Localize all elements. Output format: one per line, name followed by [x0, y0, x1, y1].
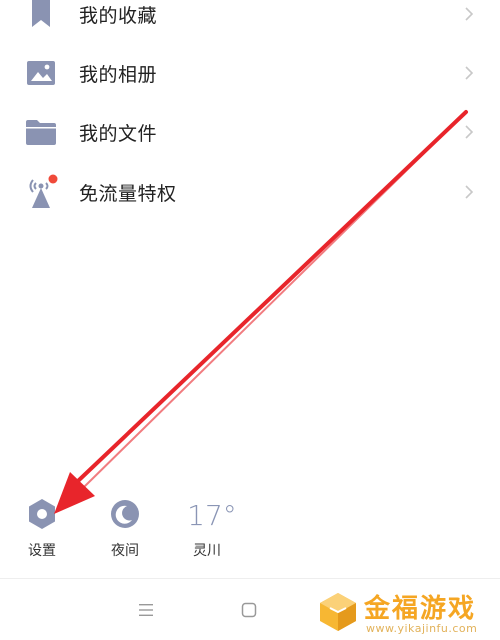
night-mode-button[interactable]: 夜间	[90, 494, 160, 560]
chevron-right-icon	[461, 63, 477, 83]
chevron-right-icon	[461, 4, 477, 24]
weather-temperature: 17°	[187, 499, 237, 532]
weather-city: 灵川	[193, 543, 221, 559]
night-mode-label: 夜间	[111, 543, 139, 559]
watermark-url: www.yikajinfu.com	[366, 622, 478, 635]
home-nav-button[interactable]	[234, 595, 264, 625]
menu-item-free-data[interactable]: 免流量特权	[0, 162, 500, 222]
weather-widget[interactable]: 17° 灵川	[177, 494, 247, 560]
watermark-text: 金福游戏	[364, 594, 477, 624]
signal-tower-icon	[24, 174, 58, 209]
menu-item-files[interactable]: 我的文件	[0, 102, 500, 162]
menu-item-label: 免流量特权	[79, 182, 177, 205]
menu-item-favorites[interactable]: 我的收藏	[0, 0, 500, 44]
notification-badge	[48, 174, 58, 184]
menu-item-album[interactable]: 我的相册	[0, 43, 500, 103]
settings-label: 设置	[28, 543, 56, 559]
menu-item-label: 我的收藏	[79, 4, 158, 27]
home-icon	[241, 602, 257, 618]
menu-item-label: 我的相册	[79, 63, 158, 86]
cube-logo-icon	[320, 593, 356, 631]
menu-icon	[139, 604, 153, 616]
chevron-right-icon	[461, 182, 477, 202]
bookmark-icon	[24, 0, 58, 31]
photo-album-icon	[24, 56, 58, 90]
menu-item-label: 我的文件	[79, 122, 158, 145]
gear-icon	[27, 498, 57, 534]
folder-icon	[24, 115, 58, 149]
bottom-toolbar: 设置 夜间 17° 灵川	[0, 494, 500, 568]
moon-icon	[110, 499, 140, 533]
watermark-logo: 金福游戏 www.yikajinfu.com	[316, 588, 500, 638]
settings-button[interactable]: 设置	[7, 494, 77, 560]
menu-nav-button[interactable]	[131, 595, 161, 625]
chevron-right-icon	[461, 122, 477, 142]
